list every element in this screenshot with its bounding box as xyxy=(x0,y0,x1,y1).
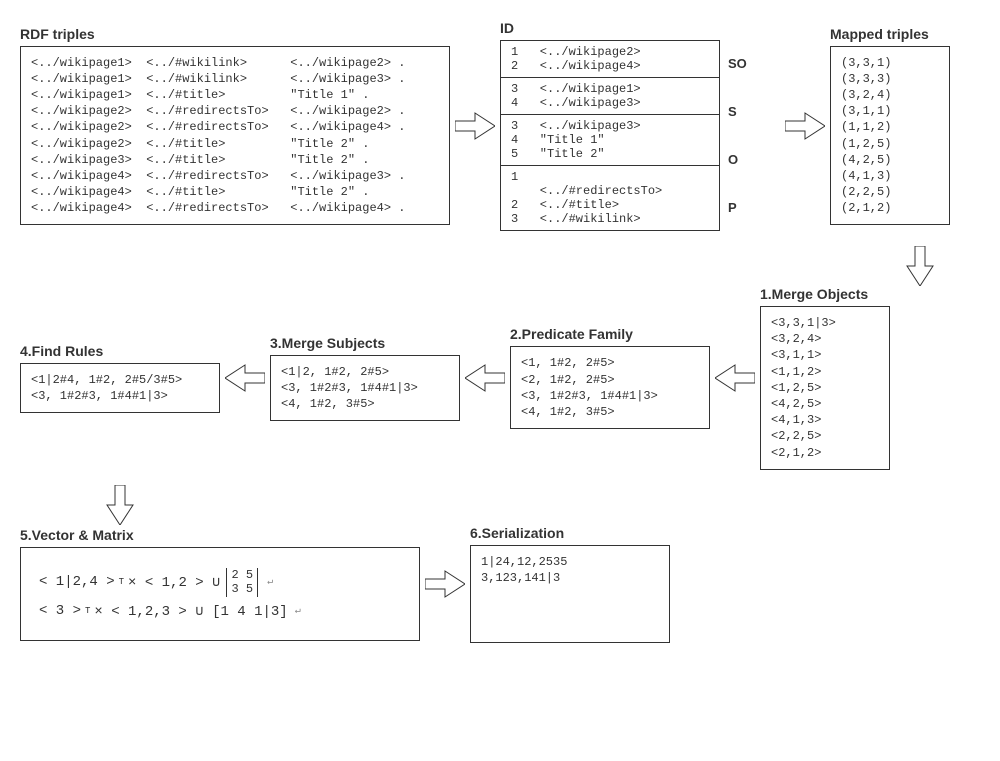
vector-matrix-body: < 1|2,4 >T × < 1,2 > ∪ 2 53 5 ↵ < 3 >T ×… xyxy=(20,547,420,641)
arrow-left-icon xyxy=(460,358,510,398)
vector-matrix-title: 5.Vector & Matrix xyxy=(20,527,420,543)
serialization-body: 1|24,12,2535 3,123,141|3 xyxy=(470,545,670,643)
rdf-title: RDF triples xyxy=(20,26,450,42)
arrow-down-icon xyxy=(20,251,980,281)
row-top: RDF triples <../wikipage1> <../#wikilink… xyxy=(20,20,980,231)
serialization-title: 6.Serialization xyxy=(470,525,670,541)
return-icon: ↵ xyxy=(267,576,273,588)
find-rules-title: 4.Find Rules xyxy=(20,343,220,359)
merge-objects-block: 1.Merge Objects <3,3,1|3> <3,2,4> <3,1,1… xyxy=(760,286,890,470)
merge-subjects-title: 3.Merge Subjects xyxy=(270,335,460,351)
arrow-right-icon xyxy=(450,106,500,146)
find-rules-block: 4.Find Rules <1|2#4, 1#2, 2#5/3#5> <3, 1… xyxy=(20,343,220,413)
predicate-family-body: <1, 1#2, 2#5> <2, 1#2, 2#5> <3, 1#2#3, 1… xyxy=(510,346,710,429)
mapped-title: Mapped triples xyxy=(830,26,950,42)
id-title: ID xyxy=(500,20,720,36)
serialization-block: 6.Serialization 1|24,12,2535 3,123,141|3 xyxy=(470,525,670,643)
mapped-body: (3,3,1) (3,3,3) (3,2,4) (3,1,1) (1,1,2) … xyxy=(830,46,950,226)
matrix-icon: 2 53 5 xyxy=(226,568,258,597)
arrow-left-icon xyxy=(710,358,760,398)
row-middle: 4.Find Rules <1|2#4, 1#2, 2#5/3#5> <3, 1… xyxy=(20,286,980,470)
arrow-right-icon xyxy=(780,106,830,146)
id-so-section: 1 <../wikipage2> 2 <../wikipage4> xyxy=(501,41,719,78)
row-bottom: 5.Vector & Matrix < 1|2,4 >T × < 1,2 > ∪… xyxy=(20,525,980,643)
id-s-section: 3 <../wikipage1> 4 <../wikipage3> xyxy=(501,78,719,115)
vector-matrix-block: 5.Vector & Matrix < 1|2,4 >T × < 1,2 > ∪… xyxy=(20,527,420,641)
merge-subjects-block: 3.Merge Subjects <1|2, 1#2, 2#5> <3, 1#2… xyxy=(270,335,460,422)
rdf-body: <../wikipage1> <../#wikilink> <../wikipa… xyxy=(20,46,450,226)
id-box: 1 <../wikipage2> 2 <../wikipage4> 3 <../… xyxy=(500,40,720,231)
mapped-triples-block: Mapped triples (3,3,1) (3,3,3) (3,2,4) (… xyxy=(830,26,950,226)
id-p-label: P xyxy=(728,200,747,215)
predicate-family-block: 2.Predicate Family <1, 1#2, 2#5> <2, 1#2… xyxy=(510,326,710,429)
arrow-right-icon xyxy=(420,564,470,604)
id-side-labels: SO S O P xyxy=(728,40,747,231)
find-rules-body: <1|2#4, 1#2, 2#5/3#5> <3, 1#2#3, 1#4#1|3… xyxy=(20,363,220,413)
predicate-family-title: 2.Predicate Family xyxy=(510,326,710,342)
id-o-label: O xyxy=(728,152,747,167)
id-p-section: 1 <../#redirectsTo> 2 <../#title> 3 <../… xyxy=(501,166,719,230)
id-block: ID 1 <../wikipage2> 2 <../wikipage4> 3 <… xyxy=(500,20,720,231)
id-so-label: SO xyxy=(728,56,747,71)
merge-subjects-body: <1|2, 1#2, 2#5> <3, 1#2#3, 1#4#1|3> <4, … xyxy=(270,355,460,422)
arrow-left-icon xyxy=(220,358,270,398)
merge-objects-title: 1.Merge Objects xyxy=(760,286,890,302)
rdf-triples-block: RDF triples <../wikipage1> <../#wikilink… xyxy=(20,26,450,226)
vm-line-2: < 3 >T × < 1,2,3 > ∪ [1 4 1|3] ↵ xyxy=(39,603,401,620)
merge-objects-body: <3,3,1|3> <3,2,4> <3,1,1> <1,1,2> <1,2,5… xyxy=(760,306,890,470)
id-s-label: S xyxy=(728,104,747,119)
vm-line-1: < 1|2,4 >T × < 1,2 > ∪ 2 53 5 ↵ xyxy=(39,568,401,597)
id-o-section: 3 <../wikipage3> 4 "Title 1" 5 "Title 2" xyxy=(501,115,719,166)
return-icon: ↵ xyxy=(295,605,301,617)
arrow-down-icon xyxy=(20,490,980,520)
